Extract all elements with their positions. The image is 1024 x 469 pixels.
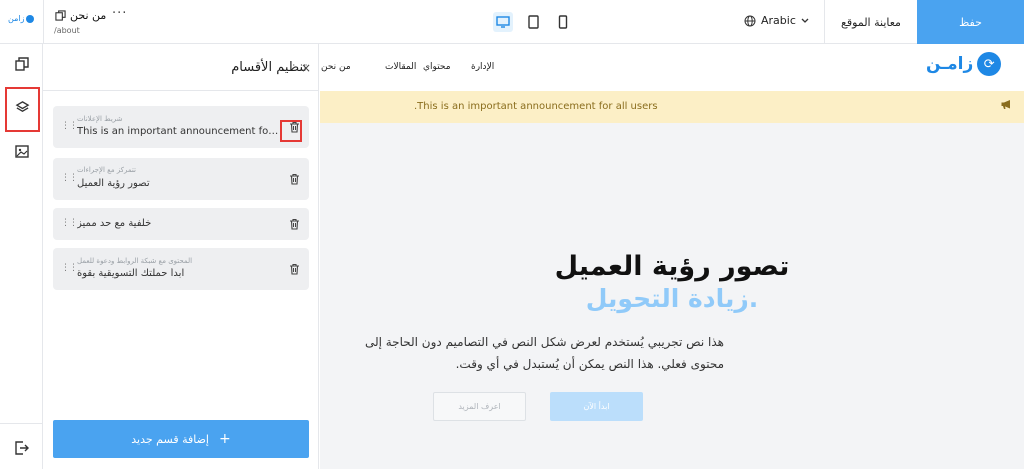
section-name: This is an important announcement for a.… xyxy=(77,126,281,137)
brand-logo-icon xyxy=(26,14,35,23)
pages-icon[interactable] xyxy=(10,52,34,76)
drag-handle-icon[interactable]: ⋮⋮ xyxy=(61,121,78,131)
page-selector[interactable]: من نحن xyxy=(55,9,106,22)
site-nav-link[interactable]: المقالات xyxy=(385,62,416,72)
section-type: تتمركز مع الإجراءات xyxy=(77,166,136,174)
learn-more-button[interactable]: اعرف المزيد xyxy=(433,392,526,421)
drag-handle-icon[interactable]: ⋮⋮ xyxy=(61,263,78,273)
divider xyxy=(43,90,319,91)
page-path: /about xyxy=(54,26,80,35)
site-nav-link[interactable]: الإدارة xyxy=(471,62,494,72)
language-label: Arabic xyxy=(761,14,796,27)
section-name: خلفية مع حد مميز xyxy=(77,218,152,229)
divider xyxy=(43,0,44,44)
drag-handle-icon[interactable]: ⋮⋮ xyxy=(61,173,78,183)
drag-handle-icon[interactable]: ⋮⋮ xyxy=(61,218,78,228)
site-logo[interactable]: زامـن ⟳ xyxy=(926,52,1002,76)
mobile-view-icon[interactable] xyxy=(553,12,573,32)
section-item-hero[interactable]: ⋮⋮ تتمركز مع الإجراءات تصور رؤية العميل xyxy=(53,158,309,200)
layers-highlight xyxy=(5,87,40,132)
add-section-label: إضافة قسم جديد xyxy=(131,432,209,446)
hero-subtitle: زيادة التحويل. xyxy=(585,284,759,313)
hero-title: تصور رؤية العميل xyxy=(554,251,790,282)
tool-rail xyxy=(0,44,43,469)
trash-icon[interactable] xyxy=(287,262,301,276)
more-options-icon[interactable]: ··· xyxy=(112,6,127,21)
hero-text: هذا نص تجريبي يُستخدم لعرض شكل النص في ا… xyxy=(364,335,724,371)
add-section-button[interactable]: إضافة قسم جديد + xyxy=(53,420,309,458)
trash-highlight xyxy=(280,120,302,142)
sections-panel: تنظيم الأقسام × ⋮⋮ شريط الإعلانات This i… xyxy=(43,44,319,469)
tablet-view-icon[interactable] xyxy=(523,12,543,32)
site-nav-link[interactable]: من نحن xyxy=(321,62,351,72)
page-title: من نحن xyxy=(70,9,107,22)
section-item-cta[interactable]: ⋮⋮ المحتوى مع شبكة الروابط ودعوة للعمل ا… xyxy=(53,248,309,290)
brand-logo[interactable]: زامن xyxy=(8,14,35,23)
page-copy-icon xyxy=(55,10,66,21)
section-name: تصور رؤية العميل xyxy=(77,178,150,189)
site-navbar: من نحن المقالات محتواي الإدارة زامـن ⟳ xyxy=(320,44,1024,91)
plus-icon: + xyxy=(218,431,231,447)
trash-icon[interactable] xyxy=(287,172,301,186)
preview-canvas: من نحن المقالات محتواي الإدارة زامـن ⟳ .… xyxy=(320,44,1024,469)
panel-title: تنظيم الأقسام xyxy=(231,60,307,75)
chevron-down-icon xyxy=(801,18,809,23)
site-nav-link[interactable]: محتواي xyxy=(423,62,451,72)
section-type: شريط الإعلانات xyxy=(77,115,123,123)
save-button[interactable]: حفظ xyxy=(917,0,1024,44)
divider xyxy=(0,423,43,424)
preview-site-button[interactable]: معاينة الموقع xyxy=(824,0,917,44)
section-type: المحتوى مع شبكة الروابط ودعوة للعمل xyxy=(77,257,193,265)
globe-icon xyxy=(744,15,756,26)
announcement-text: .This is an important announcement for a… xyxy=(414,101,658,112)
refresh-logo-icon: ⟳ xyxy=(977,52,1002,76)
close-icon[interactable]: × xyxy=(301,61,311,75)
trash-icon[interactable] xyxy=(287,217,301,231)
desktop-view-icon[interactable] xyxy=(493,12,513,32)
start-now-button[interactable]: ابدأ الآن xyxy=(550,392,643,421)
exit-icon[interactable] xyxy=(10,436,34,460)
site-logo-text: زامـن xyxy=(926,54,974,74)
language-selector[interactable]: Arabic xyxy=(744,14,809,27)
announcement-bar[interactable]: .This is an important announcement for a… xyxy=(320,91,1024,123)
section-item-announcement[interactable]: ⋮⋮ شريط الإعلانات This is an important a… xyxy=(53,106,309,148)
top-bar: زامن من نحن /about ··· Arabic معاينة الم… xyxy=(0,0,1024,44)
section-name: ابدأ حملتك التسويقية بقوة xyxy=(77,268,185,279)
section-item-background[interactable]: ⋮⋮ خلفية مع حد مميز xyxy=(53,208,309,240)
brand-logo-text: زامن xyxy=(8,14,25,23)
megaphone-icon xyxy=(1000,99,1012,113)
image-icon[interactable] xyxy=(10,139,34,163)
